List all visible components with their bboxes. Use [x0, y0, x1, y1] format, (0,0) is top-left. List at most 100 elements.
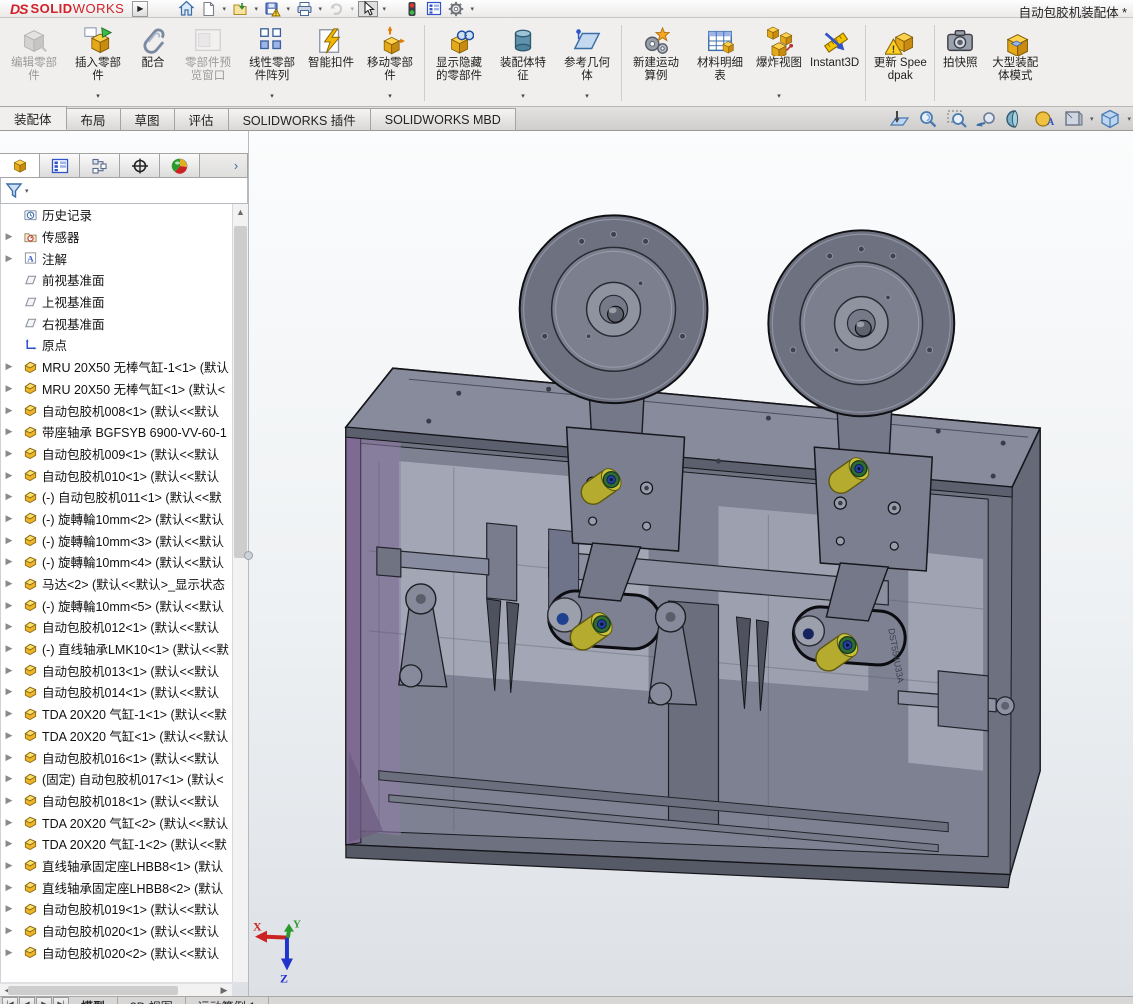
expand-arrow-icon[interactable]: ▶ — [1, 405, 15, 416]
display-style-dropdown[interactable]: ▾ — [1127, 115, 1131, 123]
tree-item[interactable]: ▶自动包胶机018<1> (默认<<默认 — [1, 790, 232, 812]
tab-sketch[interactable]: 草图 — [120, 108, 175, 130]
tree-vertical-scrollbar[interactable]: ▲ — [232, 204, 248, 982]
tree-item[interactable]: ▶TDA 20X20 气缸<1> (默认<<默认 — [1, 725, 232, 747]
new-document-dropdown[interactable]: ▾ — [220, 5, 228, 13]
expand-arrow-icon[interactable]: ▶ — [1, 665, 15, 676]
panel-collapse-arrow[interactable]: › — [225, 154, 247, 177]
expand-arrow-icon[interactable]: ▶ — [1, 860, 15, 871]
new-motion-study-button[interactable]: 新建运动算例 — [624, 22, 688, 104]
expand-arrow-icon[interactable]: ▶ — [1, 708, 15, 719]
expand-arrow-icon[interactable]: ▶ — [1, 838, 15, 849]
expand-arrow-icon[interactable]: ▶ — [1, 621, 15, 632]
scroll-right-arrow[interactable]: ▶ — [216, 985, 232, 996]
new-document-icon[interactable] — [198, 1, 218, 17]
tree-item[interactable]: ▶(-) 旋轉輪10mm<3> (默认<<默认 — [1, 529, 232, 551]
panel-splitter[interactable] — [248, 131, 249, 996]
bill-of-materials-button[interactable]: 材料明细表 — [688, 22, 752, 104]
print-icon[interactable] — [294, 1, 314, 17]
select-dropdown[interactable]: ▾ — [380, 5, 388, 13]
panel-splitter-handle[interactable] — [244, 551, 253, 560]
motion-study-tab[interactable]: 运动算例 1 — [186, 997, 269, 1004]
expand-arrow-icon[interactable]: ▶ — [1, 882, 15, 893]
open-icon[interactable] — [230, 1, 250, 17]
tree-item[interactable]: ▶(固定) 自动包胶机017<1> (默认< — [1, 768, 232, 790]
tab-evaluate[interactable]: 评估 — [174, 108, 229, 130]
tree-item[interactable]: ▶TDA 20X20 气缸<2> (默认<<默认 — [1, 811, 232, 833]
nav-last-button[interactable]: ▶| — [53, 997, 69, 1004]
tree-horizontal-scrollbar[interactable]: ◀ ▶ — [0, 983, 232, 996]
expand-arrow-icon[interactable]: ▶ — [1, 643, 15, 654]
section-view-icon[interactable] — [1003, 109, 1027, 129]
tree-item[interactable]: ▶MRU 20X50 无棒气缸<1> (默认< — [1, 378, 232, 400]
update-speedpak-button[interactable]: ! 更新 Speedpak — [868, 22, 932, 104]
expand-arrow-icon[interactable]: ▶ — [1, 448, 15, 459]
tree-item[interactable]: ▶马达<2> (默认<<默认>_显示状态 — [1, 573, 232, 595]
reference-geometry-button[interactable]: 参考几何体 ▾ — [555, 22, 619, 104]
horizontal-scroll-thumb[interactable] — [8, 986, 178, 995]
tab-layout[interactable]: 布局 — [66, 108, 121, 130]
propertymanager-tab[interactable] — [40, 154, 80, 177]
insert-component-button[interactable]: 插入零部件 ▾ — [66, 22, 130, 104]
previous-view-icon[interactable] — [974, 109, 998, 129]
expand-arrow-icon[interactable]: ▶ — [1, 773, 15, 784]
tab-solidworks-addins[interactable]: SOLIDWORKS 插件 — [228, 108, 371, 130]
save-dropdown[interactable]: ▾ — [284, 5, 292, 13]
tree-item[interactable]: ▶带座轴承 BGFSYB 6900-VV-60-1 — [1, 421, 232, 443]
expand-arrow-icon[interactable]: ▶ — [1, 578, 15, 589]
machine-assembly[interactable]: DST554U33A — [346, 368, 1040, 887]
expand-arrow-icon[interactable]: ▶ — [1, 686, 15, 697]
show-hidden-components-button[interactable]: 显示隐藏的零部件 — [427, 22, 491, 104]
tree-item[interactable]: ▶直线轴承固定座LHBB8<1> (默认 — [1, 855, 232, 877]
expand-arrow-icon[interactable]: ▶ — [1, 947, 15, 958]
command-manager-icon[interactable] — [424, 1, 444, 17]
expand-arrow-icon[interactable]: ▶ — [1, 383, 15, 394]
tree-item[interactable]: ▶自动包胶机019<1> (默认<<默认 — [1, 898, 232, 920]
dimxpertmanager-tab[interactable] — [120, 154, 160, 177]
take-snapshot-button[interactable]: 拍快照 — [937, 22, 983, 104]
expand-arrow-icon[interactable]: ▶ — [1, 253, 15, 264]
expand-arrow-icon[interactable]: ▶ — [1, 730, 15, 741]
tree-item[interactable]: ▶传感器 — [1, 226, 232, 248]
tree-item[interactable]: 历史记录 — [1, 204, 232, 226]
tree-item[interactable]: ▶自动包胶机020<2> (默认<<默认 — [1, 941, 232, 963]
featuremanager-tab[interactable] — [0, 154, 40, 177]
instant3d-button[interactable]: Instant3D — [806, 22, 863, 104]
exploded-view-button[interactable]: 爆炸视图 ▾ — [752, 22, 806, 104]
tree-item[interactable]: ▶(-) 旋轉輪10mm<4> (默认<<默认 — [1, 551, 232, 573]
tree-item[interactable]: ▶(-) 旋轉輪10mm<5> (默认<<默认 — [1, 594, 232, 616]
expand-arrow-icon[interactable]: ▶ — [1, 556, 15, 567]
apply-scene-icon[interactable] — [1061, 109, 1085, 129]
displaymanager-tab[interactable] — [160, 154, 200, 177]
expand-arrow-icon[interactable]: ▶ — [1, 925, 15, 936]
tree-item[interactable]: ▶自动包胶机012<1> (默认<<默认 — [1, 616, 232, 638]
tree-item[interactable]: ▶自动包胶机008<1> (默认<<默认 — [1, 399, 232, 421]
tree-item[interactable]: 右视基准面 — [1, 312, 232, 334]
home-icon[interactable] — [176, 1, 196, 17]
zoom-to-area-icon[interactable] — [945, 109, 969, 129]
tree-item[interactable]: 原点 — [1, 334, 232, 356]
tree-item[interactable]: 上视基准面 — [1, 291, 232, 313]
tree-item[interactable]: ▶自动包胶机009<1> (默认<<默认 — [1, 443, 232, 465]
zoom-to-fit-icon[interactable] — [916, 109, 940, 129]
tree-item[interactable]: ▶MRU 20X50 无棒气缸-1<1> (默认 — [1, 356, 232, 378]
tree-item[interactable]: ▶自动包胶机014<1> (默认<<默认 — [1, 681, 232, 703]
expand-arrow-icon[interactable]: ▶ — [1, 470, 15, 481]
select-cursor-icon[interactable] — [358, 1, 378, 17]
vertical-scroll-thumb[interactable] — [234, 226, 247, 558]
expand-arrow-icon[interactable]: ▶ — [1, 513, 15, 524]
assembly-features-button[interactable]: 装配体特征 ▾ — [491, 22, 555, 104]
expand-arrow-icon[interactable]: ▶ — [1, 600, 15, 611]
menu-expander-button[interactable]: ▶ — [132, 1, 148, 17]
graphics-viewport[interactable]: DST554U33A — [249, 131, 1133, 996]
tree-item[interactable]: ▶(-) 自动包胶机011<1> (默认<<默 — [1, 486, 232, 508]
tree-item[interactable]: ▶自动包胶机010<1> (默认<<默认 — [1, 464, 232, 486]
scroll-up-arrow[interactable]: ▲ — [233, 204, 248, 220]
filter-input[interactable] — [29, 182, 243, 200]
tree-item[interactable]: ▶(-) 直线轴承LMK10<1> (默认<<默 — [1, 638, 232, 660]
expand-arrow-icon[interactable]: ▶ — [1, 903, 15, 914]
tree-item[interactable]: ▶自动包胶机016<1> (默认<<默认 — [1, 746, 232, 768]
tree-item[interactable]: ▶自动包胶机013<1> (默认<<默认 — [1, 659, 232, 681]
mate-button[interactable]: 配合 — [130, 22, 176, 104]
save-icon[interactable]: ! — [262, 1, 282, 17]
